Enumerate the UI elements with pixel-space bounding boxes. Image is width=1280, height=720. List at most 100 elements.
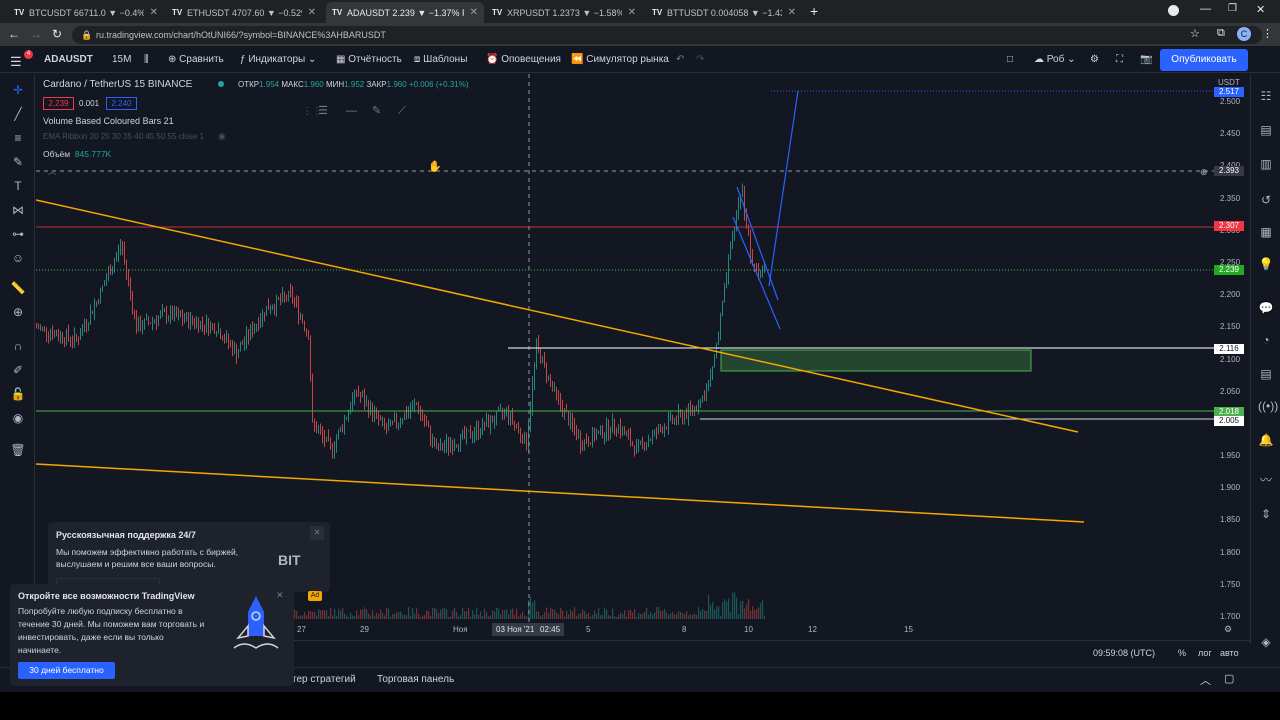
watchlist-icon[interactable]: ☷	[1258, 88, 1274, 104]
fullscreen-icon[interactable]: ⛶	[1116, 54, 1123, 65]
streams-icon[interactable]: ◔	[1258, 332, 1274, 348]
line-style-icon[interactable]: —	[346, 105, 357, 117]
templates-button[interactable]: ⧈ Шаблоны	[414, 54, 467, 65]
alerts-button[interactable]: ⏰ Оповещения	[486, 54, 561, 65]
undo-icon[interactable]: ↶	[676, 54, 684, 65]
calendar-icon[interactable]: ▦	[1258, 224, 1274, 240]
minimize-icon[interactable]: —	[1200, 3, 1211, 15]
brush-icon[interactable]: ✎	[10, 154, 26, 170]
broadcast-icon[interactable]: ((•))	[1258, 398, 1278, 414]
settings-gear-icon[interactable]: ⚙	[1090, 54, 1099, 65]
ruler-icon[interactable]: 📏	[10, 280, 26, 296]
sell-button[interactable]: 2.239	[43, 97, 74, 110]
eye-icon[interactable]: ◉	[10, 410, 26, 426]
maximize-panel-icon[interactable]: ▢	[1224, 672, 1234, 685]
percent-toggle[interactable]: %	[1178, 648, 1186, 658]
hidden-eye-icon[interactable]: ◉	[218, 131, 226, 142]
hamburger-menu-icon[interactable]: ☰	[10, 54, 22, 70]
replay-button[interactable]: ⏪ Симулятор рынка	[571, 54, 669, 65]
trial-promo-banner[interactable]: Откройте все возможности TradingView Поп…	[10, 584, 322, 686]
auto-toggle[interactable]: авто	[1220, 648, 1239, 658]
clock-timezone[interactable]: 09:59:08 (UTC)	[1093, 648, 1155, 658]
flag-line-lower[interactable]	[732, 216, 781, 330]
reload-icon[interactable]: ↻	[52, 27, 62, 41]
news-icon[interactable]: ▤	[1258, 122, 1274, 138]
close-icon[interactable]: ✕	[150, 7, 158, 18]
profile-avatar[interactable]: C	[1237, 27, 1251, 41]
ideas-lightbulb-icon[interactable]: 💡	[1258, 256, 1274, 272]
browser-tab[interactable]: TVXRPUSDT 1.2373 ▼ −1.58% Роб✕	[486, 2, 642, 23]
forward-icon[interactable]: →	[30, 27, 42, 41]
trend-line-icon[interactable]: ╱	[10, 106, 26, 122]
camera-icon[interactable]: 📷	[1140, 54, 1152, 65]
browser-tab-active[interactable]: TVADAUSDT 2.239 ▼ −1.37% Роб✕	[326, 2, 484, 23]
tab-strategy-tester[interactable]: тер стратегий	[292, 674, 356, 685]
fib-icon[interactable]: ≡	[10, 130, 26, 146]
restore-icon[interactable]: ❐	[1228, 3, 1237, 14]
bookmark-star-icon[interactable]: ☆	[1190, 27, 1200, 40]
history-icon[interactable]: ↺	[1258, 192, 1274, 208]
free-trial-button[interactable]: 30 дней бесплатно	[18, 662, 115, 679]
flag-line-upper[interactable]	[736, 186, 779, 301]
path-icon[interactable]: ⟋	[398, 105, 406, 117]
icons-smile-icon[interactable]: ☺	[10, 250, 26, 266]
pattern-icon[interactable]: ⋈	[10, 202, 26, 218]
chevron-up-icon[interactable]: ︿	[1200, 672, 1211, 688]
pencil-icon[interactable]: ✎	[372, 105, 381, 117]
lock-icon[interactable]: 🔓	[10, 386, 26, 402]
extensions-icon[interactable]: ⧉	[1217, 27, 1225, 40]
symbol-search-button[interactable]: ADAUSDT	[44, 54, 93, 65]
bell-icon[interactable]: 🔔	[1258, 432, 1274, 448]
crosshair-icon[interactable]: ✛	[10, 82, 26, 98]
support-promo-banner[interactable]: Русскоязычная поддержка 24/7 Мы поможем …	[48, 522, 330, 592]
projection-line[interactable]	[768, 90, 799, 287]
chart-line-icon[interactable]: 〰	[1258, 472, 1274, 488]
chat-icon[interactable]: 💬	[1258, 300, 1274, 316]
layers-icon[interactable]: ◈	[1258, 634, 1274, 650]
browser-menu-icon[interactable]: ⋮	[1262, 27, 1273, 40]
floating-drawing-toolbar[interactable]: ⋮⋮ ☰ — ✎ ⟋	[302, 105, 406, 117]
browser-tab[interactable]: TVBTCUSDT 66711.0 ▼ −0.4% Роб✕	[8, 2, 164, 23]
magnet-icon[interactable]: ∩	[10, 338, 26, 354]
close-icon[interactable]: ✕	[628, 7, 636, 18]
price-axis[interactable]: USDT 2.5002.4502.4002.3502.3002.2502.200…	[1200, 74, 1250, 622]
calendar-2-icon[interactable]: ▤	[1258, 366, 1274, 382]
layout-select-icon[interactable]: □	[1007, 54, 1013, 65]
chart-style-icon[interactable]: ⫼	[144, 54, 149, 65]
publish-button[interactable]: Опубликовать	[1160, 49, 1248, 71]
indicator-ema-ribbon[interactable]: EMA Ribbon 20 25 30 35 40 45 50 55 close…	[43, 132, 204, 141]
demand-zone-rectangle[interactable]	[720, 349, 1032, 372]
prediction-icon[interactable]: ⊶	[10, 226, 26, 242]
layout-name-button[interactable]: ☁ Роб ⌄	[1034, 54, 1075, 65]
trash-icon[interactable]: 🗑	[10, 442, 26, 458]
browser-tab[interactable]: TVETHUSDT 4707.60 ▼ −0.52% Роб✕	[166, 2, 322, 23]
close-icon[interactable]: ✕	[788, 7, 796, 18]
log-toggle[interactable]: лог	[1198, 648, 1212, 658]
url-field[interactable]: 🔒 ru.tradingview.com/chart/hOtUNI66/?symb…	[72, 26, 1262, 44]
trendline-lower[interactable]	[36, 463, 1085, 523]
lock-drawing-icon[interactable]: ✐	[10, 362, 26, 378]
indicator-volume-bars[interactable]: Volume Based Coloured Bars 21	[43, 116, 174, 126]
zoom-in-icon[interactable]: ⊕	[10, 304, 26, 320]
unfold-icon[interactable]: ⇕	[1258, 506, 1274, 522]
browser-tab[interactable]: TVBTTUSDT 0.004058 ▼ −1.43% Ро✕	[646, 2, 802, 23]
record-icon[interactable]	[1168, 5, 1179, 16]
close-icon[interactable]: ✕	[308, 7, 316, 18]
window-close-icon[interactable]: ✕	[1256, 3, 1265, 16]
axis-settings-gear-icon[interactable]: ⚙	[1224, 624, 1232, 635]
collapse-legend-icon[interactable]: ︿	[48, 167, 56, 176]
redo-icon[interactable]: ↷	[696, 54, 704, 65]
tab-trading-panel[interactable]: Торговая панель	[377, 674, 454, 685]
reports-button[interactable]: ▦ Отчётность	[336, 54, 402, 65]
close-icon[interactable]: ✕	[470, 7, 478, 18]
data-window-icon[interactable]: ▥	[1258, 156, 1274, 172]
add-alert-plus-icon[interactable]: ⊕	[1200, 167, 1208, 178]
text-icon[interactable]: T	[10, 178, 26, 194]
indicators-button[interactable]: ƒ Индикаторы ⌄	[240, 54, 316, 65]
interval-button[interactable]: 15M	[112, 54, 131, 65]
buy-button[interactable]: 2.240	[106, 97, 137, 110]
back-icon[interactable]: ←	[8, 27, 20, 41]
line-tool-icon[interactable]: ☰	[318, 105, 328, 117]
compare-button[interactable]: ⊕ Сравнить	[168, 54, 224, 65]
close-icon[interactable]: ✕	[310, 526, 324, 540]
